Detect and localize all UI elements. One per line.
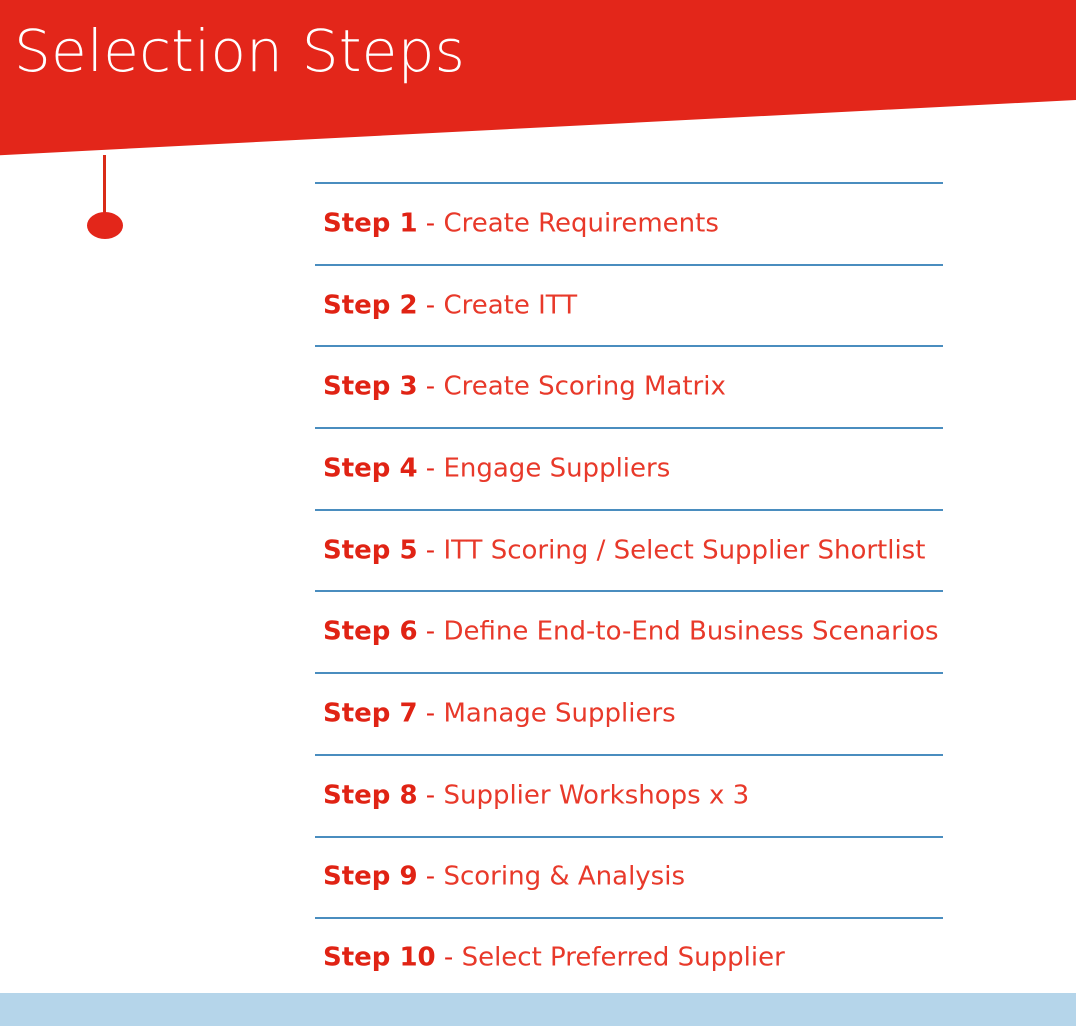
- step-label: Step 9: [323, 862, 418, 893]
- step-label: Step 10: [323, 942, 436, 973]
- connector-dot-marker: [87, 212, 123, 239]
- step-row[interactable]: Step 4 - Engage Suppliers: [315, 427, 943, 509]
- step-separator-dash: -: [435, 942, 462, 973]
- step-label: Step 2: [323, 290, 418, 321]
- step-row[interactable]: Step 7 - Manage Suppliers: [315, 672, 943, 754]
- step-row[interactable]: Step 5 - ITT Scoring / Select Supplier S…: [315, 508, 943, 591]
- step-label: Step 8: [323, 780, 418, 811]
- step-separator-dash: -: [417, 208, 444, 239]
- step-description: Select Preferred Supplier: [461, 942, 785, 973]
- step-label: Step 1: [323, 208, 418, 239]
- step-label: Step 4: [323, 453, 418, 484]
- step-text: Step 2 - Create ITT: [323, 291, 577, 320]
- step-label: Step 6: [323, 616, 418, 647]
- step-row[interactable]: Step 3 - Create Scoring Matrix: [315, 345, 943, 427]
- step-text: Step 7 - Manage Suppliers: [323, 698, 676, 729]
- step-description: ITT Scoring / Select Supplier Shortlist: [443, 535, 926, 566]
- slide-canvas: Selection Steps Step 1 - Create Requirem…: [0, 0, 1076, 1026]
- page-title: Selection Steps: [14, 17, 465, 85]
- step-label: Step 3: [323, 371, 418, 402]
- step-separator-dash: -: [417, 290, 444, 321]
- step-row[interactable]: Step 6 - Define End-to-End Business Scen…: [315, 590, 943, 672]
- step-text: Step 9 - Scoring & Analysis: [323, 863, 685, 892]
- step-text: Step 1 - Create Requirements: [323, 208, 719, 239]
- step-separator-dash: -: [417, 535, 444, 566]
- step-description: Create ITT: [443, 290, 578, 321]
- step-text: Step 4 - Engage Suppliers: [323, 453, 671, 484]
- step-text: Step 8 - Supplier Workshops x 3: [323, 781, 749, 810]
- footer-band: [0, 993, 1076, 1026]
- step-row[interactable]: Step 2 - Create ITT: [315, 263, 943, 346]
- step-row[interactable]: Step 9 - Scoring & Analysis: [315, 835, 943, 918]
- step-label: Step 7: [323, 698, 418, 729]
- step-separator-dash: -: [417, 780, 444, 811]
- step-row[interactable]: Step 1 - Create Requirements: [315, 182, 943, 264]
- step-description: Define End-to-End Business Scenarios: [443, 616, 939, 647]
- step-separator-dash: -: [417, 862, 444, 893]
- step-separator-dash: -: [417, 616, 444, 647]
- step-separator-dash: -: [417, 453, 444, 484]
- step-row[interactable]: Step 8 - Supplier Workshops x 3: [315, 753, 943, 836]
- step-text: Step 6 - Define End-to-End Business Scen…: [323, 618, 939, 647]
- step-row[interactable]: Step 10 - Select Preferred Supplier: [315, 917, 943, 999]
- step-text: Step 3 - Create Scoring Matrix: [323, 373, 726, 402]
- step-description: Scoring & Analysis: [443, 862, 685, 893]
- step-description: Create Scoring Matrix: [443, 371, 726, 402]
- step-separator-dash: -: [417, 698, 444, 729]
- step-description: Supplier Workshops x 3: [443, 780, 750, 811]
- step-description: Manage Suppliers: [443, 698, 676, 729]
- step-text: Step 10 - Select Preferred Supplier: [323, 942, 785, 973]
- step-separator-dash: -: [417, 371, 444, 402]
- step-text: Step 5 - ITT Scoring / Select Supplier S…: [323, 536, 925, 565]
- step-description: Create Requirements: [443, 208, 719, 239]
- step-label: Step 5: [323, 535, 418, 566]
- step-description: Engage Suppliers: [443, 453, 671, 484]
- steps-list: Step 1 - Create Requirements Step 2 - Cre…: [315, 182, 943, 999]
